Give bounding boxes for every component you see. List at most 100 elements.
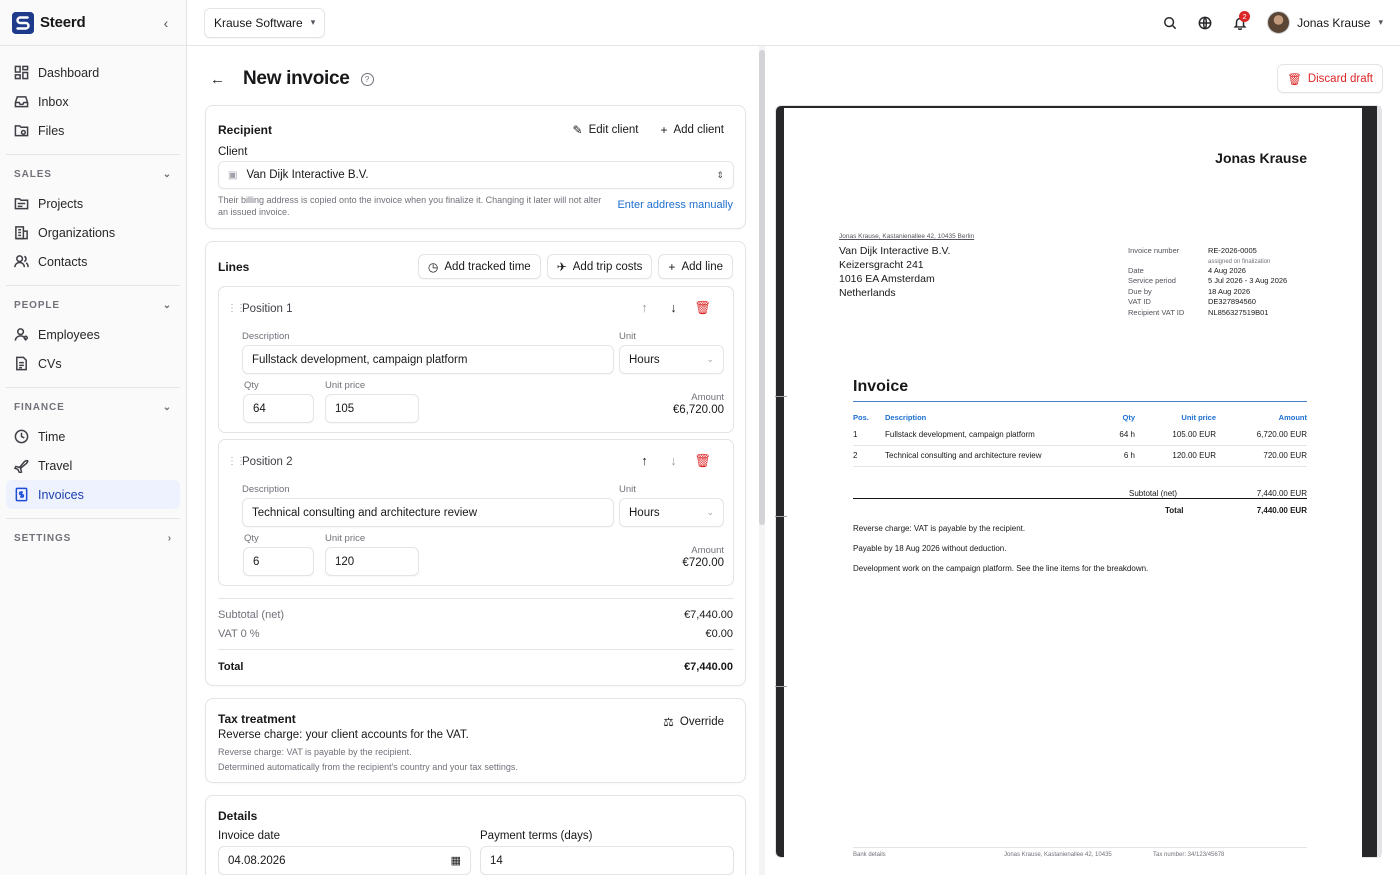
- chevron-down-icon: ⌄: [162, 401, 172, 413]
- doc-title: Invoice: [853, 378, 909, 395]
- add-line-button[interactable]: + Add line: [658, 254, 733, 279]
- language-button[interactable]: [1187, 8, 1222, 38]
- topbar-actions: 2 Jonas Krause ▾: [1152, 8, 1383, 38]
- sidebar-item-label: Organizations: [38, 225, 116, 240]
- organization-switcher[interactable]: Krause Software ▾: [204, 7, 326, 38]
- qty-label: Qty: [244, 533, 259, 544]
- trash-icon[interactable]: 🗑: [688, 300, 717, 316]
- chevron-down-icon: ⌄: [706, 354, 714, 364]
- nav-section-settings[interactable]: SETTINGS ›: [6, 527, 180, 549]
- help-icon[interactable]: ?: [360, 72, 374, 86]
- section-label: FINANCE: [14, 401, 65, 413]
- back-arrow-icon[interactable]: ←: [210, 71, 225, 88]
- th-description: Description: [885, 413, 927, 422]
- calendar-icon[interactable]: ▦: [451, 854, 461, 867]
- inbox-icon: [14, 96, 29, 108]
- sidebar-item-invoices[interactable]: Invoices: [6, 480, 180, 509]
- meta-value: 4 Aug 2026: [1208, 265, 1246, 275]
- preview-scrollbar[interactable]: [1377, 106, 1381, 857]
- meta-value: assigned on finalization: [1208, 258, 1271, 265]
- description-input[interactable]: Fullstack development, campaign platform: [242, 345, 614, 374]
- unit-price-input[interactable]: 105: [325, 394, 419, 423]
- doc-sender-name: Jonas Krause: [1215, 150, 1307, 166]
- doc-footer-col: Jonas Krause, Kastanienallee 42, 10435: [1004, 852, 1112, 858]
- chevron-right-icon: ›: [167, 532, 172, 544]
- plus-icon: +: [668, 259, 676, 274]
- input-value: 14: [490, 854, 503, 867]
- meta-label: VAT ID: [1128, 297, 1151, 306]
- move-down-icon[interactable]: ↓: [659, 453, 688, 469]
- user-menu[interactable]: Jonas Krause ▾: [1267, 11, 1383, 34]
- move-up-icon[interactable]: ↑: [630, 453, 659, 469]
- add-client-button[interactable]: + Add client: [651, 117, 733, 142]
- projects-icon: [14, 198, 29, 210]
- description-input[interactable]: Technical consulting and architecture re…: [242, 498, 614, 527]
- invoice-form: ← New invoice ? Recipient ✎ Edit client +…: [187, 46, 759, 875]
- sidebar-item-label: Employees: [38, 327, 100, 342]
- payment-terms-input[interactable]: 14: [480, 846, 734, 875]
- enter-address-manually-link[interactable]: Enter address manually: [617, 199, 733, 211]
- cell-unit-price: 105.00 EUR: [1172, 430, 1216, 439]
- unit-select[interactable]: Hours ⌄: [619, 498, 724, 527]
- meta-label: Date: [1128, 265, 1144, 275]
- sidebar-item-organizations[interactable]: Organizations: [6, 218, 180, 247]
- sidebar-item-contacts[interactable]: Contacts: [6, 247, 180, 276]
- override-button[interactable]: ⚖ Override: [654, 709, 733, 734]
- collapse-sidebar-icon[interactable]: ‹: [158, 15, 174, 31]
- move-down-icon[interactable]: ↓: [659, 300, 688, 316]
- position-title: Position 2: [242, 456, 293, 468]
- edit-client-button[interactable]: ✎ Edit client: [564, 117, 648, 142]
- tax-treatment-card: Tax treatment ⚖ Override Reverse charge: …: [205, 698, 746, 783]
- search-icon: [1163, 16, 1176, 29]
- meta-label: [1128, 257, 1184, 266]
- qty-input[interactable]: 64: [243, 394, 314, 423]
- organization-name: Krause Software: [214, 15, 303, 30]
- sidebar-item-label: Dashboard: [38, 65, 100, 80]
- search-button[interactable]: [1152, 8, 1187, 38]
- lines-card: Lines ◷ Add tracked time ✈ Add trip costs …: [205, 241, 746, 686]
- add-tracked-time-button[interactable]: ◷ Add tracked time: [417, 254, 541, 279]
- sidebar-item-label: Contacts: [38, 254, 88, 269]
- sidebar-item-files[interactable]: Files: [6, 116, 180, 145]
- vat-value: €0.00: [705, 628, 733, 640]
- sidebar-item-travel[interactable]: Travel: [6, 451, 180, 480]
- building-icon: ▣: [228, 169, 238, 181]
- sidebar-item-employees[interactable]: Employees: [6, 320, 180, 349]
- th-unit-price: Unit price: [1181, 413, 1216, 422]
- sidebar-item-projects[interactable]: Projects: [6, 189, 180, 218]
- travel-icon: [14, 459, 29, 473]
- client-select[interactable]: ▣ Van Dijk Interactive B.V. ⇕: [218, 161, 734, 189]
- scrollbar-thumb[interactable]: [759, 50, 765, 525]
- meta-label: Due by: [1128, 286, 1152, 296]
- qty-input[interactable]: 6: [243, 547, 314, 576]
- unit-label: Unit: [619, 331, 636, 342]
- sidebar-item-dashboard[interactable]: Dashboard: [6, 58, 180, 87]
- doc-subtotal-label: Subtotal (net): [1129, 489, 1178, 498]
- line-amount: €6,720.00: [672, 404, 724, 416]
- unit-select[interactable]: Hours ⌄: [619, 345, 724, 374]
- tax-title: Tax treatment: [218, 712, 296, 726]
- form-scrollbar[interactable]: [759, 46, 765, 875]
- trash-icon[interactable]: 🗑: [688, 453, 717, 469]
- notifications-button[interactable]: 2: [1222, 8, 1257, 38]
- sidebar-item-time[interactable]: Time: [6, 422, 180, 451]
- tax-headline: Reverse charge: your client accounts for…: [218, 729, 469, 741]
- nav-section-sales[interactable]: SALES ⌄: [6, 163, 180, 185]
- sidebar-item-inbox[interactable]: Inbox: [6, 87, 180, 116]
- doc-recipient-address: Van Dijk Interactive B.V. Keizersgracht …: [839, 244, 950, 300]
- invoice-preview[interactable]: Jonas Krause Jonas Krause, Kastanienalle…: [775, 105, 1382, 859]
- discard-draft-button[interactable]: 🗑 Discard draft: [1277, 64, 1383, 93]
- cvs-icon: [16, 356, 27, 371]
- doc-total-label: Total: [1165, 506, 1184, 515]
- lines-title: Lines: [218, 260, 250, 274]
- unit-price-input[interactable]: 120: [325, 547, 419, 576]
- add-trip-costs-button[interactable]: ✈ Add trip costs: [546, 254, 653, 279]
- nav-section-people[interactable]: PEOPLE ⌄: [6, 294, 180, 316]
- move-up-icon[interactable]: ↑: [630, 300, 659, 316]
- doc-title-rule: [853, 401, 1307, 402]
- button-label: Discard draft: [1307, 72, 1373, 85]
- nav-section-finance[interactable]: FINANCE ⌄: [6, 396, 180, 418]
- sidebar-item-cvs[interactable]: CVs: [6, 349, 180, 378]
- invoice-date-input[interactable]: 04.08.2026 ▦: [218, 846, 471, 875]
- pencil-icon: ✎: [572, 122, 583, 137]
